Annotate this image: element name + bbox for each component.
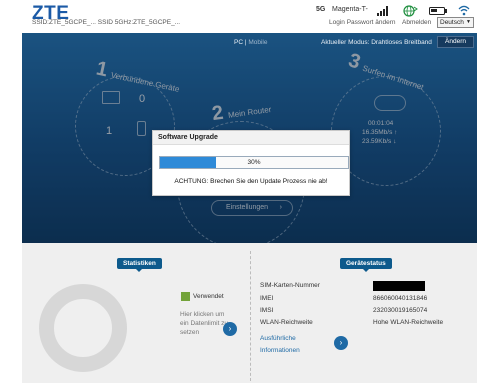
view-pc-link[interactable]: PC — [234, 39, 243, 46]
imei-label: IMEI — [260, 295, 274, 302]
statistics-badge: Statistiken — [117, 258, 162, 272]
change-password-link[interactable]: Login Passwort ändern — [329, 19, 396, 26]
imsi-value: 232030019165074 — [373, 307, 428, 314]
signal-strength-icon — [377, 6, 388, 16]
more-information-link[interactable]: Ausführliche Informationen — [260, 333, 330, 357]
wlan-range-label: WLAN-Reichweite — [260, 319, 313, 326]
change-mode-button[interactable]: Ändern — [437, 36, 474, 48]
device-status-badge: Gerätestatus — [340, 258, 392, 272]
used-legend-swatch — [181, 292, 190, 301]
sim-number-label: SIM-Karten-Nummer — [260, 282, 320, 289]
dialog-title: Software Upgrade — [153, 131, 349, 145]
status-panel: Statistiken Verwendet Hier klicken um ei… — [22, 243, 477, 383]
upgrade-progress-bar: 30% — [159, 156, 349, 169]
section-divider — [250, 251, 251, 381]
carrier-name: Magenta-T- — [332, 6, 368, 13]
logout-link[interactable]: Abmelden — [402, 19, 431, 26]
battery-tip — [445, 9, 447, 13]
wifi-icon — [458, 5, 470, 16]
wlan-range-value: Hohe WLAN-Reichweite — [373, 319, 444, 326]
sim-number-redacted — [373, 281, 425, 291]
imei-value: 866060040131846 — [373, 295, 428, 302]
current-mode: Aktueller Modus: Drahtloses Breitband — [321, 39, 432, 46]
software-upgrade-dialog: Software Upgrade 30% ACHTUNG: Brechen Si… — [152, 130, 350, 196]
language-select-value: Deutsch — [440, 19, 464, 26]
chevron-down-icon: ▼ — [466, 19, 471, 25]
used-legend-label: Verwendet — [193, 293, 224, 300]
battery-icon — [429, 7, 445, 15]
internet-globe-icon — [403, 5, 418, 17]
data-usage-donut — [39, 284, 127, 372]
more-information-arrow-button[interactable]: › — [334, 336, 348, 350]
upgrade-warning: ACHTUNG: Brechen Sie den Update Prozess … — [174, 178, 328, 185]
ssid-info: SSID:ZTE_5GCPE_... SSID 5GHz:ZTE_5GCPE_.… — [32, 19, 181, 26]
data-limit-arrow-button[interactable]: › — [223, 322, 237, 336]
view-switch: PC | Mobile — [234, 39, 268, 46]
data-limit-hint[interactable]: Hier klicken um ein Datenlimit zu setzen — [180, 310, 230, 337]
imsi-label: IMSI — [260, 307, 274, 314]
header: ZTE SSID:ZTE_5GCPE_... SSID 5GHz:ZTE_5GC… — [0, 0, 499, 33]
progress-text: 30% — [247, 159, 261, 166]
language-select[interactable]: Deutsch ▼ — [437, 17, 474, 28]
view-mobile-link[interactable]: Mobile — [248, 39, 267, 46]
network-type: 5G — [316, 6, 326, 13]
